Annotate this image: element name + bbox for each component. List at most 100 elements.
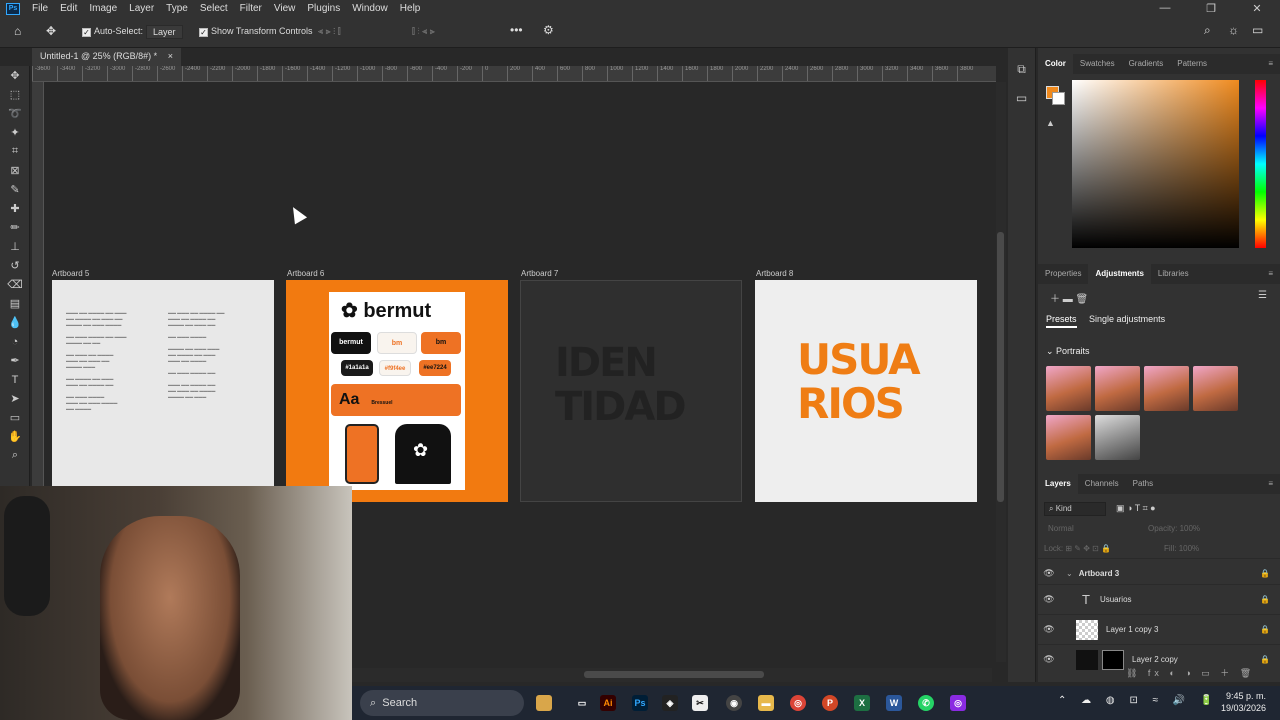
word-icon[interactable]: W [886,695,902,711]
tab-presets[interactable]: Presets [1046,314,1077,328]
opacity-control[interactable]: Opacity: 100% [1148,524,1200,533]
preset-thumbnail[interactable] [1095,366,1140,411]
menu-help[interactable]: Help [394,0,427,17]
auto-select-dropdown[interactable]: Layer [146,25,183,39]
powerpoint-icon[interactable]: P [822,695,838,711]
preset-thumbnail[interactable] [1193,366,1238,411]
move-tool-icon[interactable]: ✥ [46,24,56,38]
tab-channels[interactable]: Channels [1078,474,1126,494]
tab-layers[interactable]: Layers [1038,474,1078,494]
folder-icon[interactable]: ▬ [758,695,774,711]
capcut-icon[interactable]: ✂ [692,695,708,711]
more-options-icon[interactable]: ••• [510,23,523,37]
tab-paths[interactable]: Paths [1126,474,1160,494]
figma-icon[interactable]: ◈ [662,695,678,711]
visibility-eye-icon[interactable]: 👁 [1038,624,1060,635]
artboard-5[interactable]: ▬▬▬ ▬▬ ▬▬▬▬ ▬▬ ▬▬▬ ▬▬ ▬▬▬▬ ▬▬ ▬▬▬ ▬▬ ▬▬▬▬ … [52,280,274,502]
search-icon[interactable]: ⌕ [1204,23,1211,38]
artboard-6[interactable]: ✿ bermut bermut bm bm #1a1a1a #f9f4ee #e… [286,280,508,502]
layer-row[interactable]: 👁 T Usuarios 🔒 [1038,584,1280,614]
workspace-icon[interactable]: ▭ [1252,23,1263,37]
artboard-8-label[interactable]: Artboard 8 [756,269,793,278]
illustrator-icon[interactable]: Ai [600,695,616,711]
vertical-scroll-thumb[interactable] [997,232,1004,502]
menu-window[interactable]: Window [346,0,394,17]
stamp-tool-icon[interactable]: ⊥ [0,237,30,256]
system-tray-icons[interactable]: ⌃ ☁ ◍ ⊡ ≈ 🔊 🔋 [1058,695,1219,706]
menu-type[interactable]: Type [160,0,194,17]
layer-actions-bar[interactable]: ⛓ fx ◐ ◑ ▭ ＋ 🗑 [1126,666,1255,679]
tab-adjustments[interactable]: Adjustments [1088,264,1151,284]
lasso-tool-icon[interactable]: ➰ [0,104,30,123]
gradient-tool-icon[interactable]: ▤ [0,294,30,313]
align-icons[interactable]: ⫷ ⫸ ⫶ ⫿ [318,26,341,37]
tab-gradients[interactable]: Gradients [1122,54,1171,74]
menu-plugins[interactable]: Plugins [301,0,346,17]
eraser-icon[interactable]: ⌫ [0,275,30,294]
healing-brush-icon[interactable]: ✚ [0,199,30,218]
blur-tool-icon[interactable]: 💧 [0,313,30,332]
artboard-6-label[interactable]: Artboard 6 [287,269,324,278]
chrome-icon[interactable]: ◎ [790,695,806,711]
taskbar-search[interactable]: ⌕ Search [360,690,524,716]
eyedropper-icon[interactable]: ✎ [0,180,30,199]
vertical-scrollbar[interactable] [996,82,1006,662]
document-tab[interactable]: Untitled-1 @ 25% (RGB/8#) * × [32,48,181,66]
pen-tool-icon[interactable]: ✒ [0,351,30,370]
close-tab-icon[interactable]: × [168,51,173,61]
photoshop-taskbar-icon[interactable]: Ps [632,695,648,711]
preset-thumbnail[interactable] [1095,415,1140,460]
tab-single-adjustments[interactable]: Single adjustments [1089,314,1165,324]
artboard-8[interactable]: USUA RIOS [755,280,977,502]
distribute-icons[interactable]: ⫿ ⫶ ⫷ ⫸ [412,26,435,37]
type-tool-icon[interactable]: T [0,370,30,389]
app-icon[interactable]: ◉ [726,695,742,711]
color-picker-field[interactable] [1072,80,1239,248]
list-view-icon[interactable]: ☰ [1258,290,1267,301]
add-adjustment-icon[interactable]: ＋ ▬ 🗑 [1050,290,1088,305]
comments-icon[interactable]: ▭ [1008,91,1035,105]
move-tool-icon[interactable]: ✥ [0,66,30,85]
zoom-tool-icon[interactable]: ⌕ [0,446,30,465]
crop-tool-icon[interactable]: ⌗ [0,142,30,161]
preset-thumbnail[interactable] [1046,415,1091,460]
menu-filter[interactable]: Filter [234,0,268,17]
maximize-button[interactable]: ❐ [1188,2,1234,15]
blend-mode-dropdown[interactable]: Normal [1044,524,1138,538]
panel-menu-icon[interactable]: ≡ [1261,54,1280,74]
menu-image[interactable]: Image [83,0,123,17]
tab-libraries[interactable]: Libraries [1151,264,1196,284]
tab-patterns[interactable]: Patterns [1170,54,1214,74]
portraits-group[interactable]: ⌄ Portraits [1046,346,1090,357]
preset-thumbnail[interactable] [1046,366,1091,411]
artboard-7-label[interactable]: Artboard 7 [521,269,558,278]
transform-controls-checkbox[interactable]: ✓ Show Transform Controls [199,26,313,37]
menu-edit[interactable]: Edit [54,0,83,17]
visibility-eye-icon[interactable]: 👁 [1038,568,1060,579]
menu-layer[interactable]: Layer [123,0,160,17]
home-icon[interactable]: ⌂ [14,24,21,38]
artboard-5-label[interactable]: Artboard 5 [52,269,89,278]
horizontal-scroll-thumb[interactable] [584,671,764,678]
chevron-down-icon[interactable]: ⌄ [1066,569,1073,578]
layer-filter-dropdown[interactable]: ⌕ Kind [1044,502,1106,516]
frame-tool-icon[interactable]: ⊠ [0,161,30,180]
dodge-tool-icon[interactable]: ◔ [0,332,30,351]
panel-menu-icon[interactable]: ≡ [1261,264,1280,284]
tab-color[interactable]: Color [1038,54,1073,74]
menu-file[interactable]: File [26,0,54,17]
menu-view[interactable]: View [268,0,302,17]
lock-controls[interactable]: Lock: ⊞ ✎ ✥ ⊡ 🔒 [1044,544,1111,553]
rectangle-tool-icon[interactable]: ▭ [0,408,30,427]
history-icon[interactable]: ⧉ [1008,62,1035,77]
fill-control[interactable]: Fill: 100% [1164,544,1199,553]
minimize-button[interactable]: — [1142,2,1188,15]
visibility-eye-icon[interactable]: 👁 [1038,594,1060,605]
bulb-icon[interactable]: ☼ [1228,23,1239,37]
taskbar-clock[interactable]: 9:45 p. m. 19/03/2026 [1221,690,1266,714]
whatsapp-icon[interactable]: ✆ [918,695,934,711]
visibility-eye-icon[interactable]: 👁 [1038,654,1060,665]
panel-menu-icon[interactable]: ≡ [1261,474,1280,494]
hand-tool-icon[interactable]: ✋ [0,427,30,446]
auto-select-checkbox[interactable]: ✓ Auto-Select: [82,26,143,37]
